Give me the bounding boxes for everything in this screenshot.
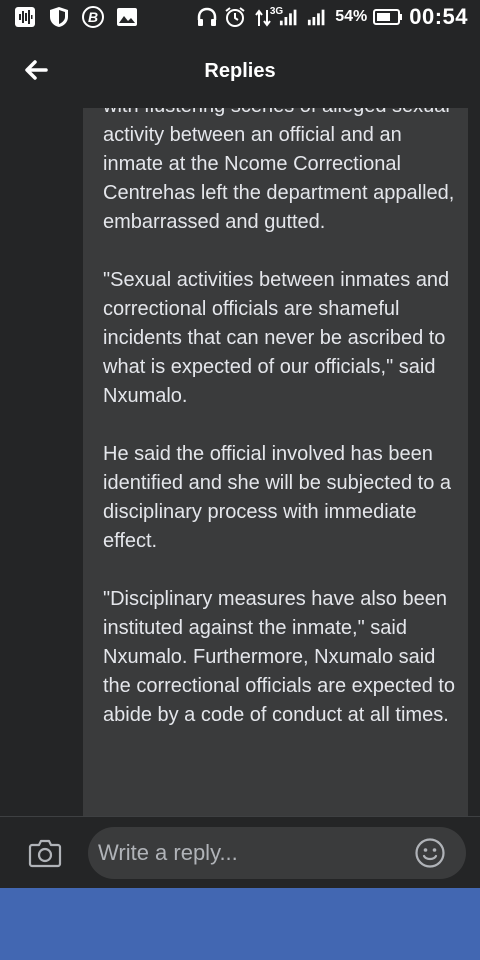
bitcoin-icon: B: [82, 6, 104, 28]
battery-percent: 54%: [335, 8, 368, 25]
header: Replies: [0, 36, 480, 108]
headphones-icon: [196, 6, 218, 28]
comment-paragraph: "Sexual activities between inmates and c…: [103, 269, 450, 407]
clock: 00:54: [409, 4, 468, 29]
status-left-icons: B: [14, 6, 138, 28]
bottom-panel: [0, 888, 480, 960]
page-title: Replies: [204, 60, 276, 82]
emoji-icon: [415, 838, 445, 868]
emoji-button[interactable]: [414, 837, 446, 869]
camera-icon: [28, 839, 62, 868]
comment-paragraph: with flustering scenes of alleged sexual…: [103, 108, 455, 233]
image-icon: [116, 6, 138, 28]
shield-icon: [48, 6, 70, 28]
replies-scroll-area[interactable]: with flustering scenes of alleged sexual…: [0, 108, 480, 816]
comment-paragraph: He said the official involved has been i…: [103, 443, 452, 552]
sound-wave-icon: [14, 6, 36, 28]
svg-text:B: B: [88, 9, 98, 25]
reply-input[interactable]: [88, 827, 466, 879]
comment-text: with flustering scenes of alleged sexual…: [103, 108, 458, 759]
reply-bar: [0, 816, 480, 889]
status-bar: B 3G 54% 00:54: [0, 0, 480, 36]
battery-icon: [373, 6, 403, 28]
signal-icon: [279, 6, 301, 28]
camera-button[interactable]: [28, 837, 62, 869]
alarm-icon: [224, 6, 246, 28]
comment-bubble: with flustering scenes of alleged sexual…: [83, 108, 468, 816]
comment-paragraph: "Disciplinary measures have also been in…: [103, 588, 456, 726]
signal-2-icon: [307, 6, 329, 28]
status-right-icons: 3G 54% 00:54: [196, 4, 468, 30]
